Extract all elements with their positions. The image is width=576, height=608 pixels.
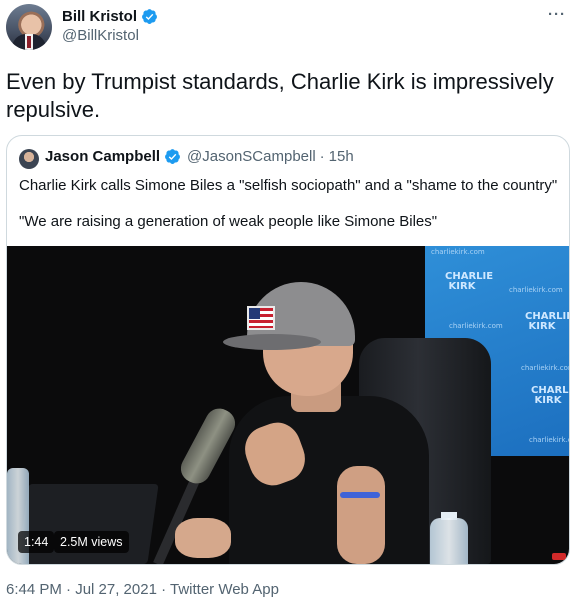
video-wristband [340,492,380,498]
quoted-handle[interactable]: @JasonSCampbell [187,148,316,165]
video-flag-patch [247,306,275,330]
avatar-tie [27,36,31,48]
author-display-name[interactable]: Bill Kristol [62,8,137,25]
backdrop-url: charliekirk.com [521,364,569,372]
video-recording-indicator [552,553,566,560]
author-avatar[interactable] [6,4,52,50]
quoted-verified-badge-icon [165,149,180,164]
video-person-cap-brim [223,334,321,350]
video-water-bottle-right [430,518,468,564]
quoted-separator: · [319,148,325,165]
video-player[interactable]: charliekirk.com CHARLIE KIRK charliekirk… [7,246,569,564]
backdrop-logo: CHARLIE KIRK [531,385,569,406]
more-options-icon[interactable]: ··· [548,6,566,23]
tweet-timestamp[interactable]: 6:44 PM · Jul 27, 2021 · Twitter Web App [6,581,279,598]
video-person-arm [337,466,385,564]
video-person-desk-hand [175,518,231,558]
author-handle[interactable]: @BillKristol [62,27,139,44]
quoted-display-name[interactable]: Jason Campbell [45,148,160,165]
video-duration-badge: 1:44 [18,531,55,553]
backdrop-url: charliekirk.com [529,436,569,444]
quoted-name-row: Jason Campbell @JasonSCampbell · 15h [45,148,354,165]
author-name-row: Bill Kristol [62,6,158,26]
backdrop-url: charliekirk.com [449,322,503,330]
video-views-badge: 2.5M views [54,531,129,553]
tweet-card: Bill Kristol @BillKristol ··· Even by Tr… [0,0,576,608]
backdrop-url: charliekirk.com [431,248,485,256]
tweet-text: Even by Trumpist standards, Charlie Kirk… [6,69,554,122]
quoted-time[interactable]: 15h [329,148,354,165]
verified-badge-icon [142,8,157,24]
quoted-author-avatar[interactable] [19,149,39,169]
quoted-text-line2: "We are raising a generation of weak peo… [19,213,438,230]
backdrop-logo: CHARLIE KIRK [445,271,494,292]
quoted-text-line1: Charlie Kirk calls Simone Biles a "selfi… [19,177,558,194]
quoted-tweet[interactable]: Jason Campbell @JasonSCampbell · 15h Cha… [6,135,570,565]
backdrop-url: charliekirk.com [509,286,563,294]
backdrop-logo: CHARLIE KIRK [525,311,569,332]
